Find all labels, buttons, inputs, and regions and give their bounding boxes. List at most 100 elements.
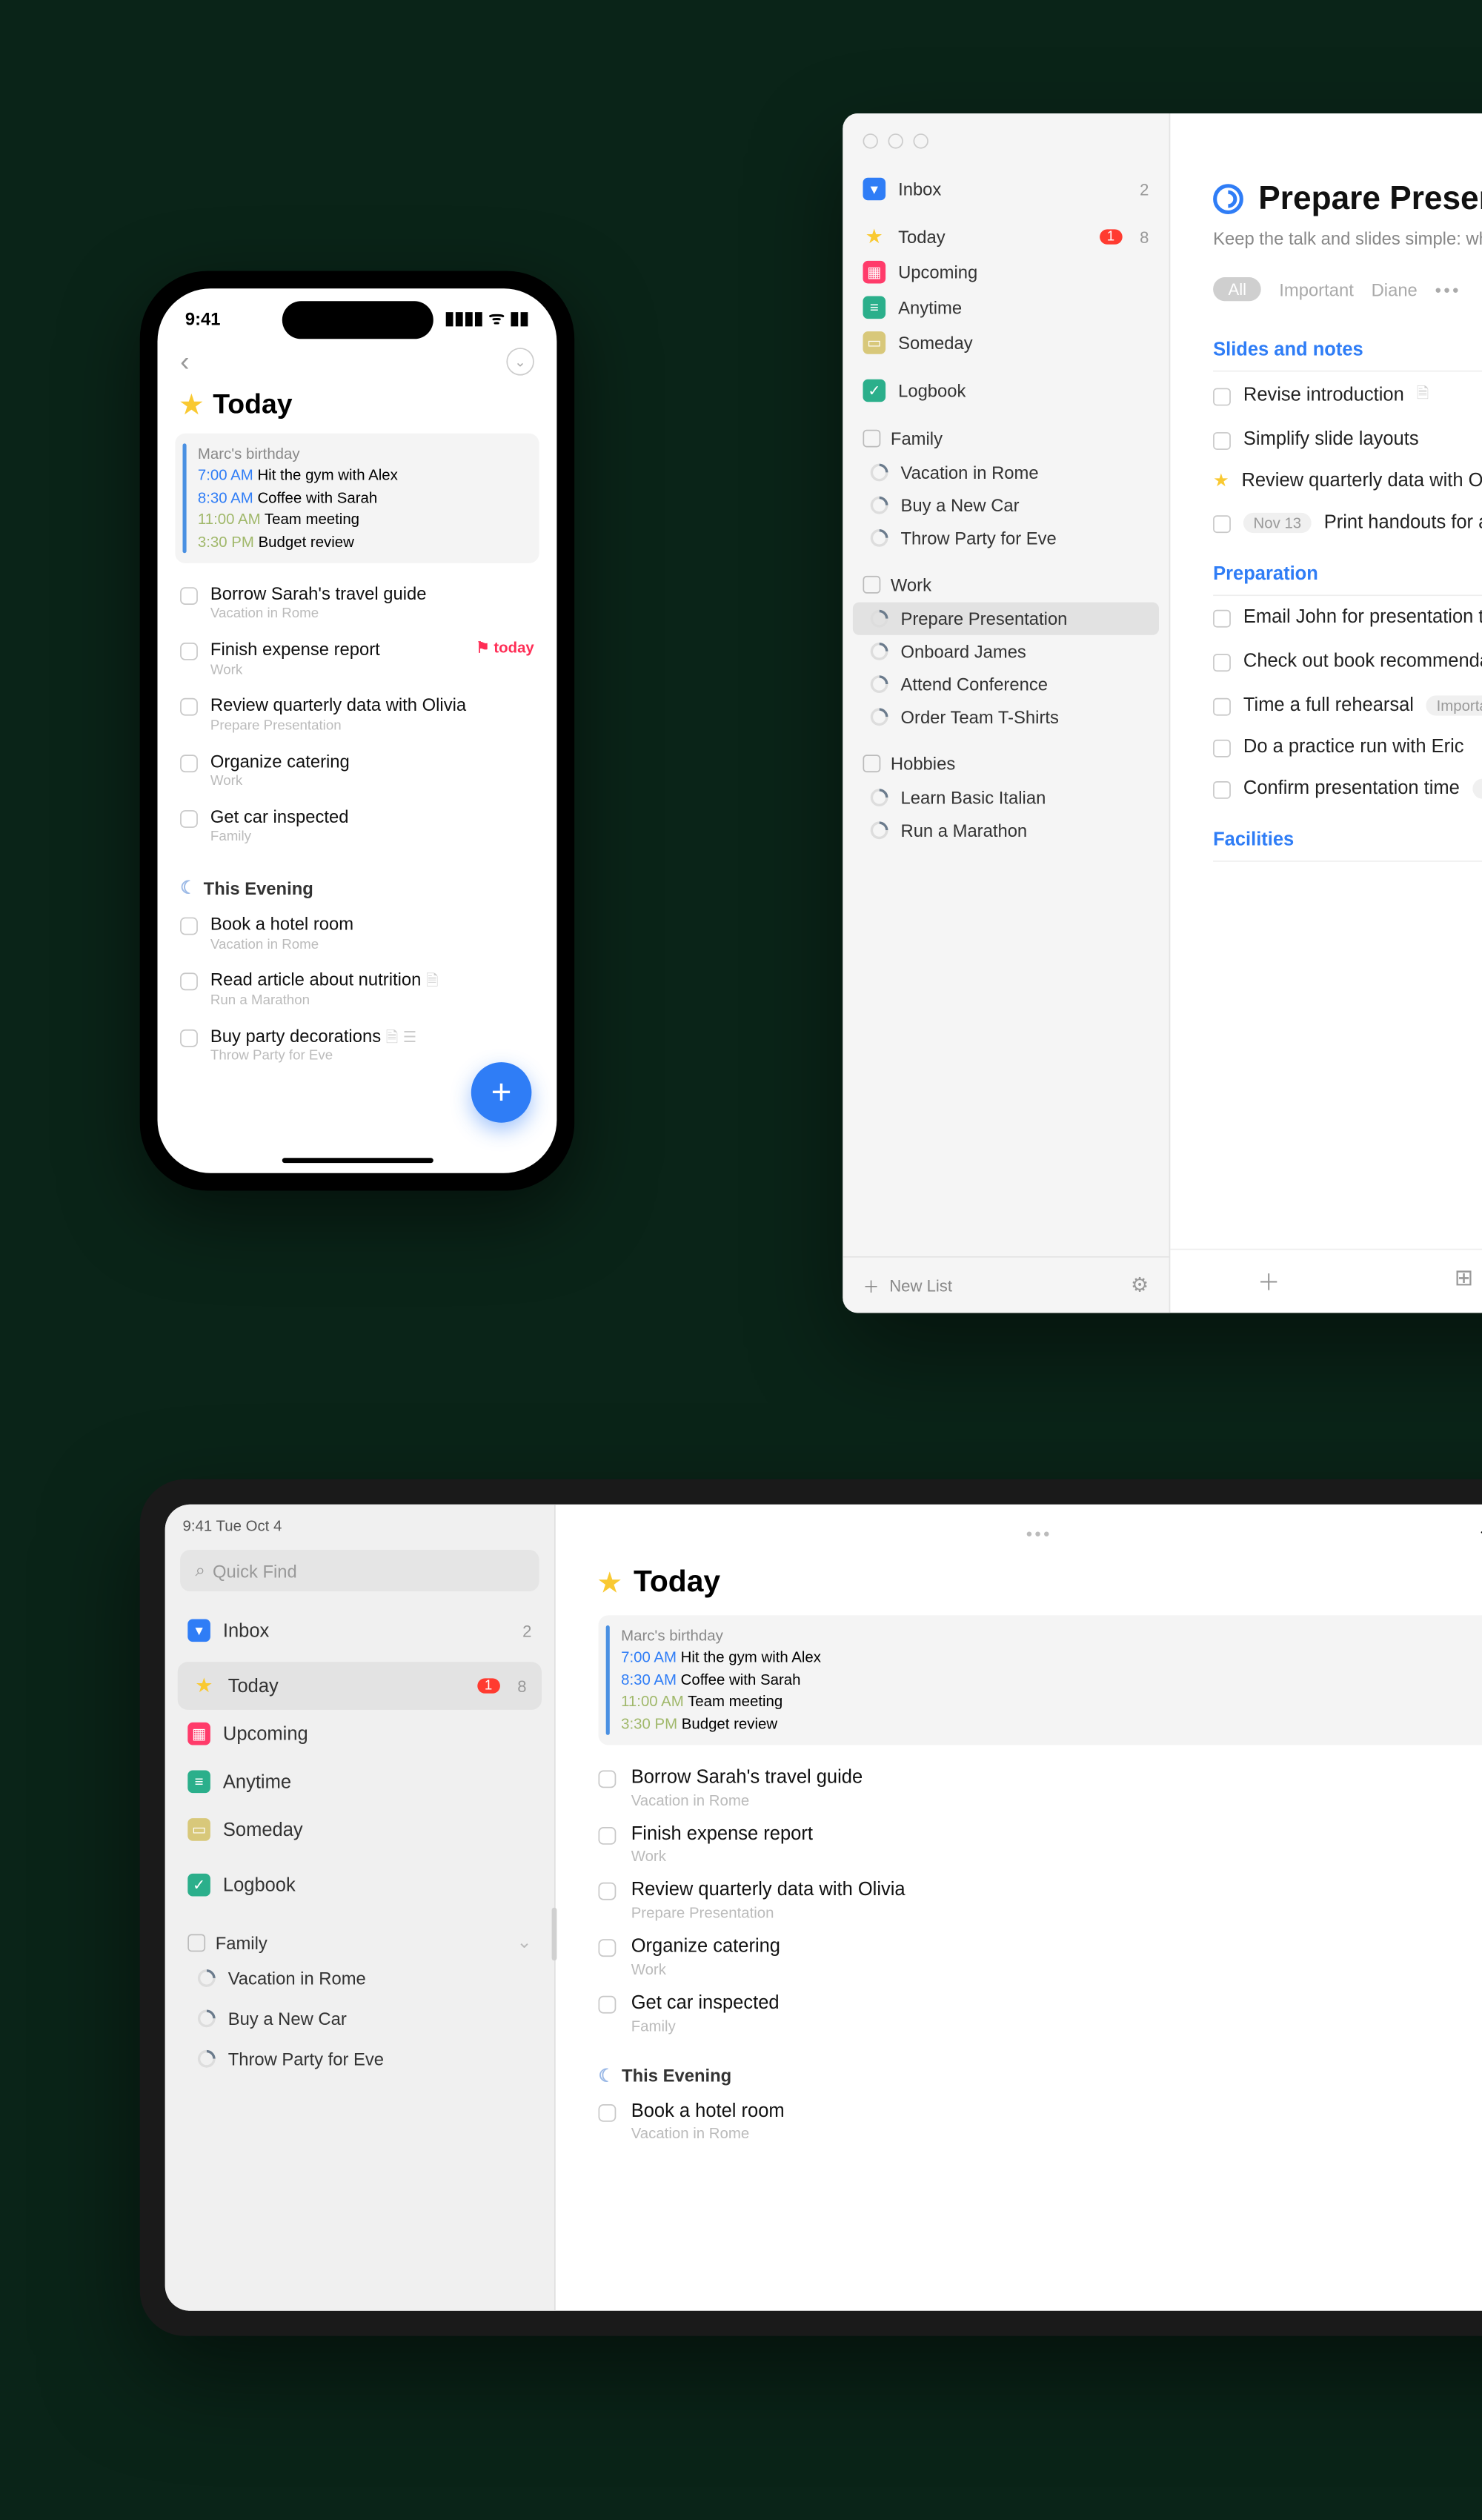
task-row[interactable]: Get car inspectedFamily [599,1986,1482,2042]
task-row[interactable]: Borrow Sarah's travel guideVacation in R… [180,576,534,631]
project-item[interactable]: Throw Party for Eve [843,522,1169,554]
project-label: Run a Marathon [901,820,1028,840]
tag-all[interactable]: All [1213,277,1261,301]
checkbox[interactable] [599,1996,617,2014]
section-header[interactable]: Preparation••• [1213,561,1482,597]
checkbox[interactable] [1213,432,1231,450]
calendar-preview[interactable]: Marc's birthday 7:00 AM Hit the gym with… [599,1615,1482,1745]
task-row[interactable]: Do a practice run with Eric [1213,726,1482,767]
project-item[interactable]: Buy a New Car [843,489,1169,522]
checkbox[interactable] [180,1029,198,1047]
tag-diane[interactable]: Diane [1372,279,1418,299]
sidebar-item-logbook[interactable]: ✓Logbook [843,373,1169,408]
section-header[interactable]: Slides and notes••• [1213,336,1482,372]
checkbox[interactable] [180,810,198,828]
sidebar-item-anytime[interactable]: ≡Anytime [165,1758,554,1806]
settings-icon[interactable]: ⚙ [1131,1273,1149,1298]
sidebar-item-inbox[interactable]: ▾Inbox2 [165,1607,554,1655]
task-row[interactable]: Organize cateringWork [599,1929,1482,1986]
checkbox[interactable] [1213,698,1231,716]
task-row[interactable]: Buy party decorations 🗎 ☰Throw Party for… [180,1018,534,1073]
section-header[interactable]: Facilities••• [1213,826,1482,862]
task-row[interactable]: Simplify slide layouts [1213,418,1482,460]
checkbox[interactable] [180,587,198,605]
area-hobbies[interactable]: Hobbies [843,733,1169,781]
calendar-event: 7:00 AM Hit the gym with Alex [611,1648,1482,1670]
checkbox[interactable] [1213,515,1231,533]
project-item[interactable]: Onboard James [843,635,1169,668]
project-item[interactable]: Order Team T-Shirts [843,700,1169,733]
checkbox[interactable] [599,1940,617,1957]
task-row[interactable]: Revise introduction🗎 [1213,372,1482,419]
task-row[interactable]: Confirm presentation timeImportant [1213,767,1482,809]
task-row[interactable]: ★Review quarterly data with Olivia [1213,460,1482,502]
quick-find-input[interactable]: ⌕Quick Find [180,1550,539,1591]
project-item[interactable]: Vacation in Rome [843,456,1169,488]
checkbox[interactable] [1213,740,1231,757]
traffic-lights[interactable] [843,113,1169,171]
checkbox[interactable] [1213,781,1231,799]
task-row[interactable]: Read article about nutrition 🗎Run a Mara… [180,962,534,1018]
back-chevron-icon[interactable]: ‹ [180,345,189,378]
plus-icon[interactable]: ＋ [863,1273,880,1297]
sidebar-item-today[interactable]: ★Today18 [178,1662,542,1710]
add-task-button[interactable]: + [471,1062,532,1123]
tag-important[interactable]: Important [1279,279,1354,299]
checkbox[interactable] [180,643,198,660]
project-item[interactable]: Vacation in Rome [165,1958,554,1998]
calendar-preview[interactable]: Marc's birthday 7:00 AM Hit the gym with… [175,434,539,563]
project-item[interactable]: Attend Conference [843,668,1169,700]
project-item[interactable]: Buy a New Car [165,1998,554,2038]
task-row[interactable]: Finish expense reportWork⚑ today [599,1817,1482,1873]
evening-label: This Evening [204,878,313,898]
project-item[interactable]: Learn Basic Italian [843,781,1169,814]
sidebar-item-someday[interactable]: ▭Someday [165,1806,554,1854]
sidebar-item-inbox[interactable]: ▾Inbox2 [843,171,1169,207]
checkbox[interactable] [180,973,198,991]
task-row[interactable]: Nov 13Print handouts for attendees [1213,502,1482,543]
checkbox[interactable] [599,1826,617,1844]
checkbox[interactable] [180,755,198,772]
new-list-button[interactable]: New List [889,1276,952,1295]
calendar-event: 8:30 AM Coffee with Sarah [611,1669,1482,1691]
project-notes[interactable]: Keep the talk and slides simple: what ar… [1213,225,1482,252]
task-row[interactable]: Book a hotel roomVacation in Rome [599,2094,1482,2150]
project-item[interactable]: Run a Marathon [843,814,1169,846]
checkbox[interactable] [1213,654,1231,672]
new-heading-icon[interactable]: ⊞ [1455,1265,1474,1298]
checkbox[interactable] [599,2103,617,2121]
area-family[interactable]: Family⌄ [165,1909,554,1958]
checkbox[interactable] [1213,610,1231,628]
task-row[interactable]: Review quarterly data with OliviaPrepare… [180,687,534,743]
task-row[interactable]: Book a hotel roomVacation in Rome [180,906,534,962]
sidebar-item-anytime[interactable]: ≡Anytime [843,290,1169,325]
task-row[interactable]: Check out book recommendations🗎 [1213,637,1482,684]
checkbox[interactable] [180,699,198,717]
task-row[interactable]: Finish expense reportWork⚑ today [180,631,534,687]
task-row[interactable]: Time a full rehearsalImportant [1213,684,1482,726]
task-row[interactable]: Email John for presentation tips [1213,596,1482,637]
new-todo-icon[interactable]: ＋ [1257,1265,1280,1298]
project-item[interactable]: Throw Party for Eve [165,2039,554,2079]
task-title: Email John for presentation tips [1243,606,1482,628]
sidebar-item-someday[interactable]: ▭Someday [843,325,1169,361]
area-family[interactable]: Family [843,408,1169,457]
checkbox[interactable] [180,918,198,935]
more-icon[interactable]: ••• [1026,1523,1052,1543]
project-item-selected[interactable]: Prepare Presentation [853,603,1159,635]
progress-icon [867,672,892,697]
task-row[interactable]: Organize cateringWork [180,743,534,798]
checkbox[interactable] [599,1883,617,1901]
task-row[interactable]: Borrow Sarah's travel guideVacation in R… [599,1760,1482,1817]
more-tags-icon[interactable]: ••• [1435,279,1461,299]
task-row[interactable]: Get car inspectedFamily [180,799,534,855]
task-row[interactable]: Review quarterly data with OliviaPrepare… [599,1873,1482,1929]
sidebar-item-logbook[interactable]: ✓Logbook [165,1861,554,1909]
checkbox[interactable] [599,1770,617,1788]
sidebar-item-upcoming[interactable]: ▦Upcoming [843,254,1169,290]
area-work[interactable]: Work [843,554,1169,603]
sidebar-item-today[interactable]: ★Today18 [843,219,1169,255]
checkbox[interactable] [1213,388,1231,406]
collapse-toggle[interactable]: ⌄ [506,348,534,375]
sidebar-item-upcoming[interactable]: ▦Upcoming [165,1710,554,1758]
